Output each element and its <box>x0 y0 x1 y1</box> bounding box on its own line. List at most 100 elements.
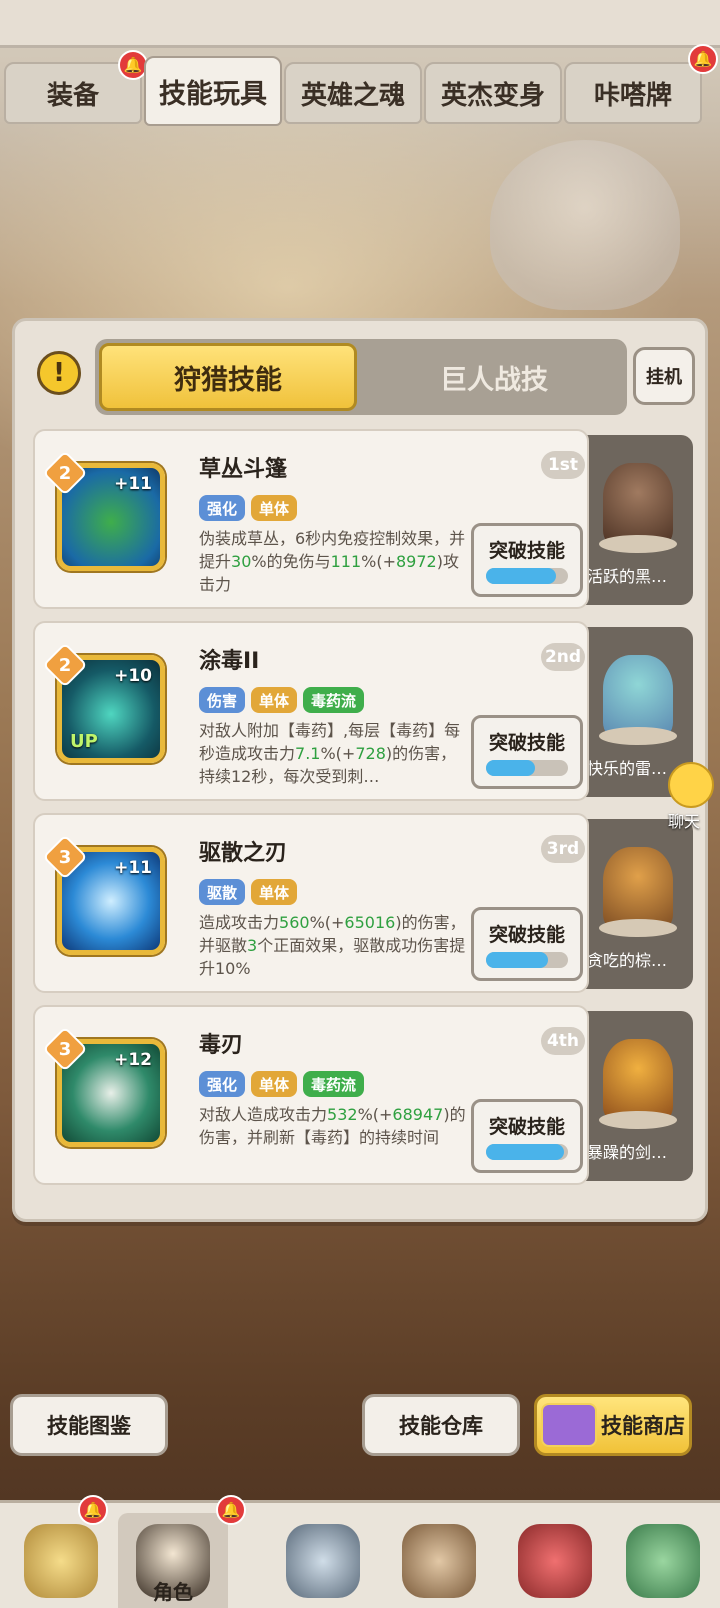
skill-tags: 强化 单体 毒药流 <box>199 1071 365 1097</box>
skill-tag: 强化 <box>199 495 246 521</box>
bell-icon: 🔔 <box>688 44 718 74</box>
tab-label: 装备 <box>46 80 99 111</box>
break-progress-fill <box>486 1144 564 1160</box>
break-progress-bar <box>486 568 568 584</box>
tab-giant-skill[interactable]: 巨人战技 <box>365 343 623 411</box>
tab-label: 巨人战技 <box>440 364 548 396</box>
skill-card[interactable]: +11 3 驱散之刃 3rd 驱散 单体 造成攻击力560%(+65016)的伤… <box>33 813 589 993</box>
break-skill-button[interactable]: 突破技能 <box>471 715 583 789</box>
companion-name: 活跃的黑… <box>587 567 668 586</box>
skill-row: 快乐的雷… +10 UP 2 涂毒II 2nd 伤害 单体 毒药流 对敌人附加【… <box>33 621 693 801</box>
tab-label: 咔嗒牌 <box>593 80 672 111</box>
elder-icon <box>402 1524 476 1598</box>
warning-symbol: ! <box>53 358 65 388</box>
tab-card[interactable]: 咔嗒牌 <box>564 62 702 124</box>
companion-base <box>599 919 677 937</box>
skill-description: 对敌人造成攻击力532%(+68947)的伤害，并刷新【毒药】的持续时间 <box>199 1103 469 1149</box>
skill-card[interactable]: +10 UP 2 涂毒II 2nd 伤害 单体 毒药流 对敌人附加【毒药】,每层… <box>33 621 589 801</box>
desc-value: 7.1 <box>295 744 321 763</box>
nav-item-pet[interactable] <box>500 1513 610 1608</box>
button-label: 技能仓库 <box>399 1414 483 1438</box>
desc-value: 65016 <box>344 913 396 932</box>
skill-tag: 单体 <box>251 1071 298 1097</box>
desc-text: %(+ <box>320 744 356 763</box>
tab-hunting-skill[interactable]: 狩猎技能 <box>99 343 357 411</box>
skill-tags: 伤害 单体 毒药流 <box>199 687 365 713</box>
break-skill-label: 突破技能 <box>488 732 565 754</box>
skill-row: 贪吃的棕… +11 3 驱散之刃 3rd 驱散 单体 造成攻击力560%(+65… <box>33 813 693 993</box>
companion-slot[interactable]: 贪吃的棕… <box>573 819 693 989</box>
skill-plus-level: +11 <box>114 474 152 494</box>
background-skull-decoration <box>490 140 680 310</box>
desc-text: %(+ <box>309 913 345 932</box>
desc-text: 对敌人造成攻击力 <box>199 1105 328 1124</box>
skill-plus-level: +11 <box>114 858 152 878</box>
chat-label: 聊天 <box>667 812 700 831</box>
nav-item-elder[interactable] <box>384 1513 494 1608</box>
break-skill-button[interactable]: 突破技能 <box>471 1099 583 1173</box>
skill-storage-button[interactable]: 技能仓库 <box>362 1394 520 1456</box>
skill-description: 伪装成草丛，6秒内免疫控制效果，并提升30%的免伤与111%(+8972)攻击力 <box>199 527 469 596</box>
skill-description: 对敌人附加【毒药】,每层【毒药】每秒造成攻击力7.1%(+728)的伤害，持续1… <box>199 719 469 788</box>
skill-tags: 驱散 单体 <box>199 879 298 905</box>
tab-hero-soul[interactable]: 英雄之魂 <box>284 62 422 124</box>
level-number: 2 <box>58 462 72 484</box>
tab-label: 狩猎技能 <box>174 364 282 396</box>
nav-item-weapon[interactable] <box>268 1513 378 1608</box>
skill-card[interactable]: +11 2 草丛斗篷 1st 强化 单体 伪装成草丛，6秒内免疫控制效果，并提升… <box>33 429 589 609</box>
nav-item-totem[interactable] <box>608 1513 718 1608</box>
tab-hero-transform[interactable]: 英杰变身 <box>424 62 562 124</box>
companion-name: 暴躁的剑… <box>587 1143 668 1162</box>
break-skill-button[interactable]: 突破技能 <box>471 523 583 597</box>
chat-icon[interactable] <box>668 762 714 808</box>
desc-text: %(+ <box>357 1105 393 1124</box>
skill-plus-level: +12 <box>114 1050 152 1070</box>
break-progress-fill <box>486 760 536 776</box>
skill-row: 暴躁的剑… +12 3 毒刃 4th 强化 单体 毒药流 对敌人造成攻击力532… <box>33 1005 693 1185</box>
top-tabs: 装备 🔔 技能玩具 英雄之魂 英杰变身 咔嗒牌 🔔 <box>4 44 720 126</box>
break-skill-button[interactable]: 突破技能 <box>471 907 583 981</box>
desc-text: %的免伤与 <box>251 552 331 571</box>
level-number: 2 <box>58 654 72 676</box>
break-progress-fill <box>486 952 548 968</box>
level-number: 3 <box>58 846 72 868</box>
top-strip <box>0 0 720 48</box>
skill-tag: 单体 <box>251 687 298 713</box>
desc-value: 532 <box>327 1105 358 1124</box>
nav-item-character[interactable]: 角色 <box>118 1513 228 1608</box>
desc-value: 8972 <box>396 552 437 571</box>
companion-base <box>599 1111 677 1129</box>
button-label: 技能商店 <box>601 1414 685 1438</box>
desc-value: 3 <box>247 936 258 955</box>
break-skill-label: 突破技能 <box>488 1116 565 1138</box>
skill-tag: 强化 <box>199 1071 246 1097</box>
skill-tag: 驱散 <box>199 879 246 905</box>
desc-value: 560 <box>279 913 310 932</box>
skill-rank: 3rd <box>541 835 585 863</box>
companion-base <box>599 535 677 553</box>
skill-atlas-button[interactable]: 技能图鉴 <box>10 1394 168 1456</box>
tab-label: 技能玩具 <box>159 78 267 110</box>
desc-text: %(+ <box>361 552 396 571</box>
skill-type-switch: 狩猎技能 巨人战技 <box>95 339 627 415</box>
upgrade-indicator: UP <box>70 731 98 752</box>
skill-tag: 毒药流 <box>303 687 365 713</box>
companion-slot[interactable]: 暴躁的剑… <box>573 1011 693 1181</box>
tab-label: 英杰变身 <box>440 80 545 111</box>
skill-name: 毒刃 <box>199 1033 244 1058</box>
companion-slot[interactable]: 活跃的黑… <box>573 435 693 605</box>
idle-label: 挂机 <box>646 367 682 388</box>
break-progress-bar <box>486 760 568 776</box>
warning-icon[interactable]: ! <box>37 351 81 395</box>
button-label: 技能图鉴 <box>47 1414 131 1438</box>
skill-row: 活跃的黑… +11 2 草丛斗篷 1st 强化 单体 伪装成草丛，6秒内免疫控制… <box>33 429 693 609</box>
tab-skill-toys[interactable]: 技能玩具 <box>144 56 282 126</box>
skill-card[interactable]: +12 3 毒刃 4th 强化 单体 毒药流 对敌人造成攻击力532%(+689… <box>33 1005 589 1185</box>
desc-value: 111 <box>330 552 362 571</box>
skill-shop-button[interactable]: 技能商店 <box>534 1394 692 1456</box>
nav-item-lion[interactable] <box>6 1513 116 1608</box>
bell-icon: 🔔 <box>78 1495 108 1525</box>
idle-button[interactable]: 挂机 <box>633 347 695 405</box>
skill-tag: 毒药流 <box>303 1071 365 1097</box>
skill-tag: 伤害 <box>199 687 246 713</box>
